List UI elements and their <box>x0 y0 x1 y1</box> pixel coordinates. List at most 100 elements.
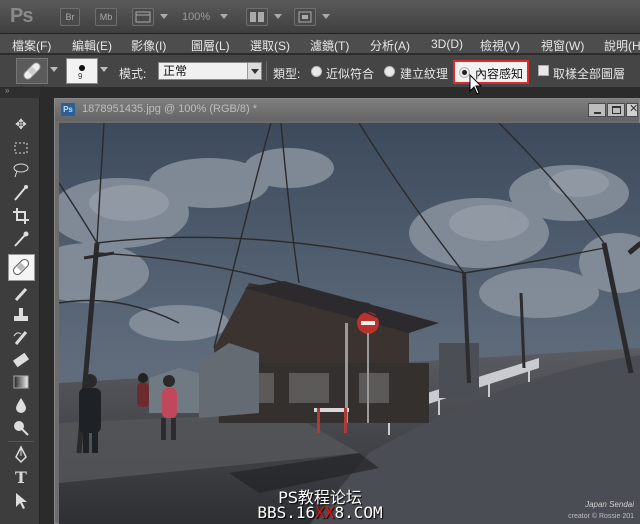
watermark-url-part1: BBS.16 <box>257 503 316 522</box>
bridge-button[interactable]: Br <box>60 8 80 26</box>
arrange-documents-button[interactable] <box>246 8 268 26</box>
marquee-tool-icon <box>14 142 28 154</box>
menu-edit[interactable]: 編輯(E) <box>72 37 112 54</box>
dodge-tool-icon <box>14 421 29 436</box>
eraser-tool-icon <box>12 352 30 368</box>
move-tool[interactable]: ✥ <box>11 114 31 134</box>
document-title: 1878951435.jpg @ 100% (RGB/8) * <box>82 103 258 115</box>
gradient-tool-icon <box>13 375 29 389</box>
menu-filter[interactable]: 濾鏡(T) <box>310 37 349 54</box>
menu-analysis[interactable]: 分析(A) <box>370 37 410 54</box>
radio-create-texture[interactable] <box>384 66 395 77</box>
eyedropper-tool[interactable] <box>11 229 31 249</box>
eyedropper-tool-icon <box>14 231 29 247</box>
view-extras-icon <box>135 11 151 23</box>
tools-panel: » ✥ T <box>0 86 40 524</box>
dodge-tool[interactable] <box>11 418 31 438</box>
tool-separator <box>8 441 34 442</box>
menu-help[interactable]: 說明(H) <box>604 37 640 54</box>
history-brush-tool[interactable] <box>11 328 31 348</box>
menu-view[interactable]: 檢視(V) <box>480 37 520 54</box>
screen-mode-button[interactable] <box>294 8 316 26</box>
history-brush-tool-icon <box>13 331 28 345</box>
lasso-tool-icon <box>13 163 29 178</box>
close-icon: ✕ <box>629 103 639 115</box>
clone-stamp-tool-icon <box>14 308 28 321</box>
sample-all-layers-label[interactable]: 取樣全部圖層 <box>553 65 625 82</box>
mode-label: 模式: <box>119 67 147 81</box>
screen-mode-icon <box>298 11 312 23</box>
quick-selection-tool[interactable] <box>11 183 31 203</box>
marquee-tool[interactable] <box>11 138 31 158</box>
radio-proximity-match[interactable] <box>311 66 322 77</box>
photo-credit-location: Japan Sendai <box>585 500 634 509</box>
document-window: Ps 1878951435.jpg @ 100% (RGB/8) * ✕ <box>54 98 640 524</box>
band-aid-brush-icon <box>23 62 41 80</box>
quick-selection-tool-icon <box>14 185 28 201</box>
mini-bridge-button[interactable]: Mb <box>95 8 117 26</box>
zoom-level[interactable]: 100% <box>182 11 210 23</box>
menu-layer[interactable]: 圖層(L) <box>191 37 230 54</box>
ps-document-icon: Ps <box>61 103 75 116</box>
document-title-bar[interactable]: Ps 1878951435.jpg @ 100% (RGB/8) * ✕ <box>55 99 639 121</box>
radio-proximity-match-label[interactable]: 近似符合 <box>326 65 374 82</box>
maximize-button[interactable] <box>607 103 625 117</box>
application-bar: Ps Br Mb 100% <box>0 0 640 34</box>
tool-preset-dropdown-arrow[interactable] <box>50 67 58 72</box>
close-button[interactable]: ✕ <box>626 103 638 117</box>
brush-size-value: 9 <box>78 72 83 81</box>
menu-window[interactable]: 視窗(W) <box>541 37 584 54</box>
screen-mode-dropdown-arrow[interactable] <box>322 14 330 19</box>
image-canvas[interactable] <box>59 123 640 524</box>
arrange-dropdown-arrow[interactable] <box>274 14 282 19</box>
view-extras-button[interactable] <box>132 8 154 26</box>
pen-tool-icon <box>15 445 27 464</box>
menu-file[interactable]: 檔案(F) <box>12 37 51 54</box>
lasso-tool[interactable] <box>11 160 31 180</box>
eraser-tool[interactable] <box>11 350 31 370</box>
chevron-down-icon <box>247 63 261 79</box>
mode-select[interactable]: 正常 <box>158 62 262 80</box>
watermark-url-part3: 8.COM <box>334 503 383 522</box>
spot-healing-brush-tool-icon <box>12 258 30 276</box>
menu-image[interactable]: 影像(I) <box>131 37 166 54</box>
brush-tool-icon <box>14 287 28 302</box>
minimize-icon <box>594 112 601 114</box>
brush-tip-icon <box>79 65 85 71</box>
crop-tool-icon <box>13 208 29 224</box>
minimize-button[interactable] <box>588 103 606 117</box>
options-bar: 9 模式: 正常 類型: 近似符合 建立紋理 內容感知 取樣全部圖層 <box>0 55 640 88</box>
content-aware-highlight[interactable]: 內容感知 <box>453 60 529 84</box>
watermark-url-part2: XX <box>315 503 335 522</box>
tools-panel-header[interactable]: » <box>0 86 40 98</box>
sample-all-layers-checkbox[interactable] <box>538 65 549 76</box>
blur-tool[interactable] <box>11 395 31 415</box>
mode-select-value: 正常 <box>163 64 188 78</box>
clone-stamp-tool[interactable] <box>11 306 31 326</box>
radio-create-texture-label[interactable]: 建立紋理 <box>400 65 448 82</box>
separator <box>266 61 267 81</box>
watermark-url: BBS.16XX8.COM <box>0 503 640 522</box>
zoom-dropdown-arrow[interactable] <box>220 14 228 19</box>
photoshop-logo: Ps <box>10 5 33 27</box>
menu-3d[interactable]: 3D(D) <box>431 37 463 51</box>
brush-tool[interactable] <box>11 284 31 304</box>
crop-tool[interactable] <box>11 206 31 226</box>
tool-preset-picker[interactable] <box>16 58 48 84</box>
pen-tool[interactable] <box>11 445 31 465</box>
move-tool-icon: ✥ <box>15 116 27 132</box>
maximize-icon <box>612 106 621 114</box>
menu-bar: 檔案(F) 編輯(E) 影像(I) 圖層(L) 選取(S) 濾鏡(T) 分析(A… <box>0 34 640 54</box>
brush-picker[interactable]: 9 <box>66 58 98 84</box>
type-label: 類型: <box>273 67 301 81</box>
street-photo <box>59 123 640 524</box>
menu-select[interactable]: 選取(S) <box>250 37 290 54</box>
blur-tool-icon <box>16 398 26 413</box>
brush-picker-dropdown-arrow[interactable] <box>100 67 108 72</box>
mouse-cursor-icon <box>469 74 483 95</box>
view-extras-dropdown-arrow[interactable] <box>160 14 168 19</box>
collapse-icon[interactable]: » <box>5 86 9 95</box>
photo-credit-creator: creator © Rossie 201 <box>568 513 634 520</box>
gradient-tool[interactable] <box>11 372 31 392</box>
spot-healing-brush-tool[interactable] <box>8 254 35 281</box>
